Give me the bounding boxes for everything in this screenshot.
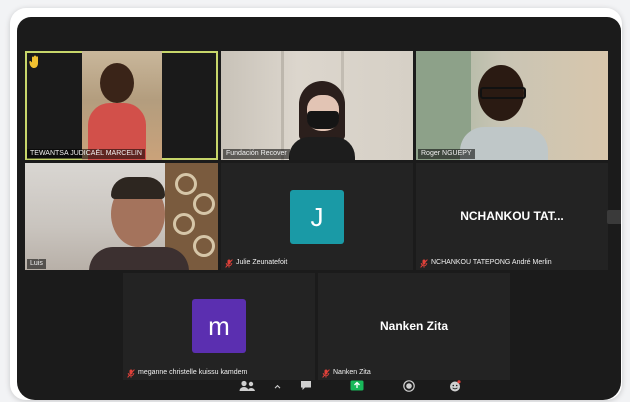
tile-nchankou-tatepong[interactable]: NCHANKOU TAT... NCHANKOU TATEPONG André … [416, 163, 608, 270]
chevron-up-icon[interactable] [274, 384, 281, 389]
tile-nanken-zita[interactable]: Nanken Zita Nanken Zita [318, 273, 510, 380]
side-panel-toggle[interactable] [607, 210, 621, 224]
video-feed [25, 163, 218, 270]
participant-name: NCHANKOU TATEPONG André Merlin [431, 259, 552, 266]
participant-name: TEWANTSA JUDICAËL MARCELIN [27, 149, 145, 159]
participant-name: Roger NGUEPY [418, 149, 475, 159]
mic-muted-icon [420, 258, 428, 268]
tile-julie-zeunatefoit[interactable]: J Julie Zeunatefoit [221, 163, 413, 270]
chat-icon[interactable] [300, 380, 312, 391]
participant-name-row: Julie Zeunatefoit [225, 258, 287, 268]
meeting-toolbar [17, 376, 621, 400]
video-feed [416, 51, 608, 160]
video-feed [82, 51, 162, 160]
reactions-icon[interactable] [449, 380, 461, 392]
participant-name: Fundación Recover [223, 149, 290, 159]
meeting-window: TEWANTSA JUDICAËL MARCELIN Fundación Rec… [17, 17, 621, 400]
raised-hand-icon [29, 55, 38, 68]
avatar: m [192, 299, 246, 353]
tile-meganne-christelle[interactable]: m meganne christelle kuissu kamdem [123, 273, 315, 380]
video-tile-roger-nguepy[interactable]: Roger NGUEPY [416, 51, 608, 160]
avatar: J [290, 190, 344, 244]
participant-name: Julie Zeunatefoit [236, 259, 288, 266]
participant-display-name: NCHANKOU TAT... [460, 209, 564, 223]
share-screen-icon[interactable] [350, 380, 364, 391]
participant-name-row: NCHANKOU TATEPONG André Merlin [420, 258, 552, 268]
video-tile-tewantsa[interactable]: TEWANTSA JUDICAËL MARCELIN [25, 51, 218, 160]
video-tile-fundacion-recover[interactable]: Fundación Recover [221, 51, 413, 160]
record-icon[interactable] [403, 380, 415, 392]
participant-display-name: Nanken Zita [379, 319, 448, 333]
participants-icon[interactable] [239, 380, 257, 392]
participant-name: Luis [27, 259, 46, 269]
video-feed [221, 51, 413, 160]
video-tile-luis[interactable]: Luis [25, 163, 218, 270]
mic-muted-icon [225, 258, 233, 268]
